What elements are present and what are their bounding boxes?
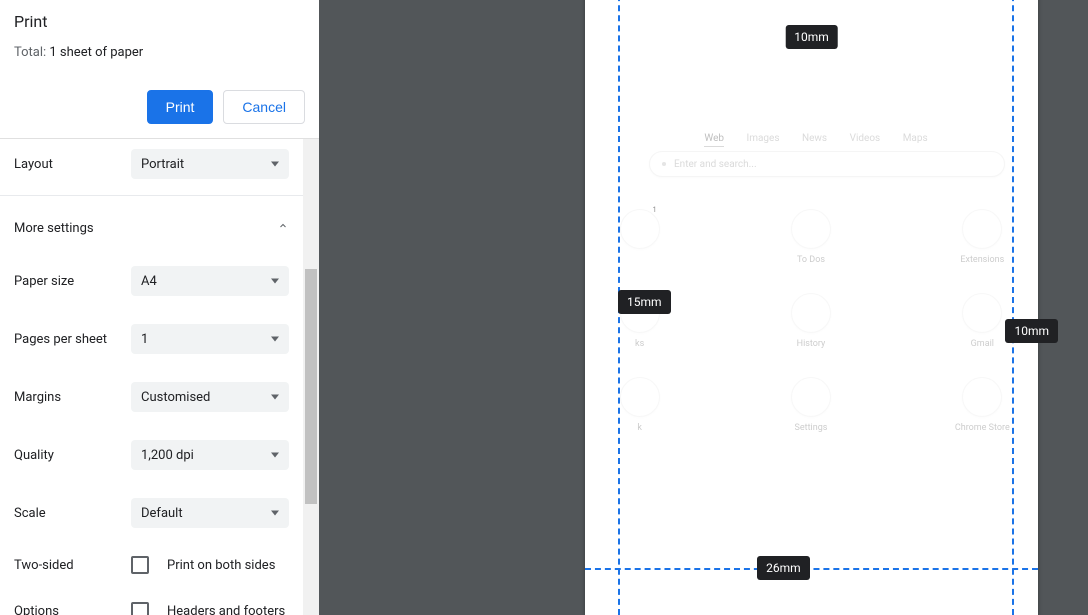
margins-label: Margins xyxy=(14,390,131,405)
chevron-down-icon xyxy=(271,511,279,516)
margin-tag-bottom[interactable]: 26mm xyxy=(757,556,810,580)
margin-tag-top[interactable]: 10mm xyxy=(785,25,838,49)
chevron-up-icon xyxy=(277,220,289,236)
sheet-total: Total: 1 sheet of paper xyxy=(14,45,305,60)
more-settings-toggle[interactable]: More settings xyxy=(0,204,303,252)
pages-per-sheet-label: Pages per sheet xyxy=(14,332,131,347)
print-settings-panel: Print Total: 1 sheet of paper Print Canc… xyxy=(0,0,319,615)
scale-select[interactable]: Default xyxy=(131,498,289,528)
quality-select[interactable]: 1,200 dpi xyxy=(131,440,289,470)
layout-label: Layout xyxy=(14,157,131,172)
quality-label: Quality xyxy=(14,448,131,463)
chevron-down-icon xyxy=(271,337,279,342)
two-sided-label: Two-sided xyxy=(14,558,131,573)
margin-tag-left[interactable]: 15mm xyxy=(618,290,671,314)
preview-search-bar: Enter and search... xyxy=(649,151,1005,177)
preview-page-content: Web Images News Videos Maps Enter and se… xyxy=(619,0,1013,569)
paper-size-label: Paper size xyxy=(14,274,131,289)
headers-footers-check-label: Headers and footers xyxy=(167,604,285,615)
preview-tiles-grid: 1 To Dos Extensions ks History Gmail k S… xyxy=(619,209,1013,433)
layout-select[interactable]: Portrait xyxy=(131,149,289,179)
chevron-down-icon xyxy=(271,162,279,167)
margins-select[interactable]: Customised xyxy=(131,382,289,412)
preview-page[interactable]: 10mm 15mm 10mm 26mm Web Images News Vide… xyxy=(585,0,1038,615)
chevron-down-icon xyxy=(271,279,279,284)
print-preview-area[interactable]: 10mm 15mm 10mm 26mm Web Images News Vide… xyxy=(319,0,1088,615)
print-button[interactable]: Print xyxy=(147,90,214,124)
preview-tabs: Web Images News Videos Maps xyxy=(619,133,1013,144)
chevron-down-icon xyxy=(271,453,279,458)
cancel-button[interactable]: Cancel xyxy=(223,90,305,124)
chevron-down-icon xyxy=(271,395,279,400)
settings-scrollbar[interactable] xyxy=(303,139,319,615)
dialog-title: Print xyxy=(14,12,305,31)
options-label: Options xyxy=(14,604,131,615)
two-sided-checkbox[interactable] xyxy=(131,556,149,574)
headers-footers-checkbox[interactable] xyxy=(131,602,149,615)
paper-size-select[interactable]: A4 xyxy=(131,266,289,296)
two-sided-check-label: Print on both sides xyxy=(167,558,275,573)
scale-label: Scale xyxy=(14,506,131,521)
scrollbar-thumb[interactable] xyxy=(305,269,317,504)
pages-per-sheet-select[interactable]: 1 xyxy=(131,324,289,354)
margin-tag-right[interactable]: 10mm xyxy=(1005,319,1058,343)
